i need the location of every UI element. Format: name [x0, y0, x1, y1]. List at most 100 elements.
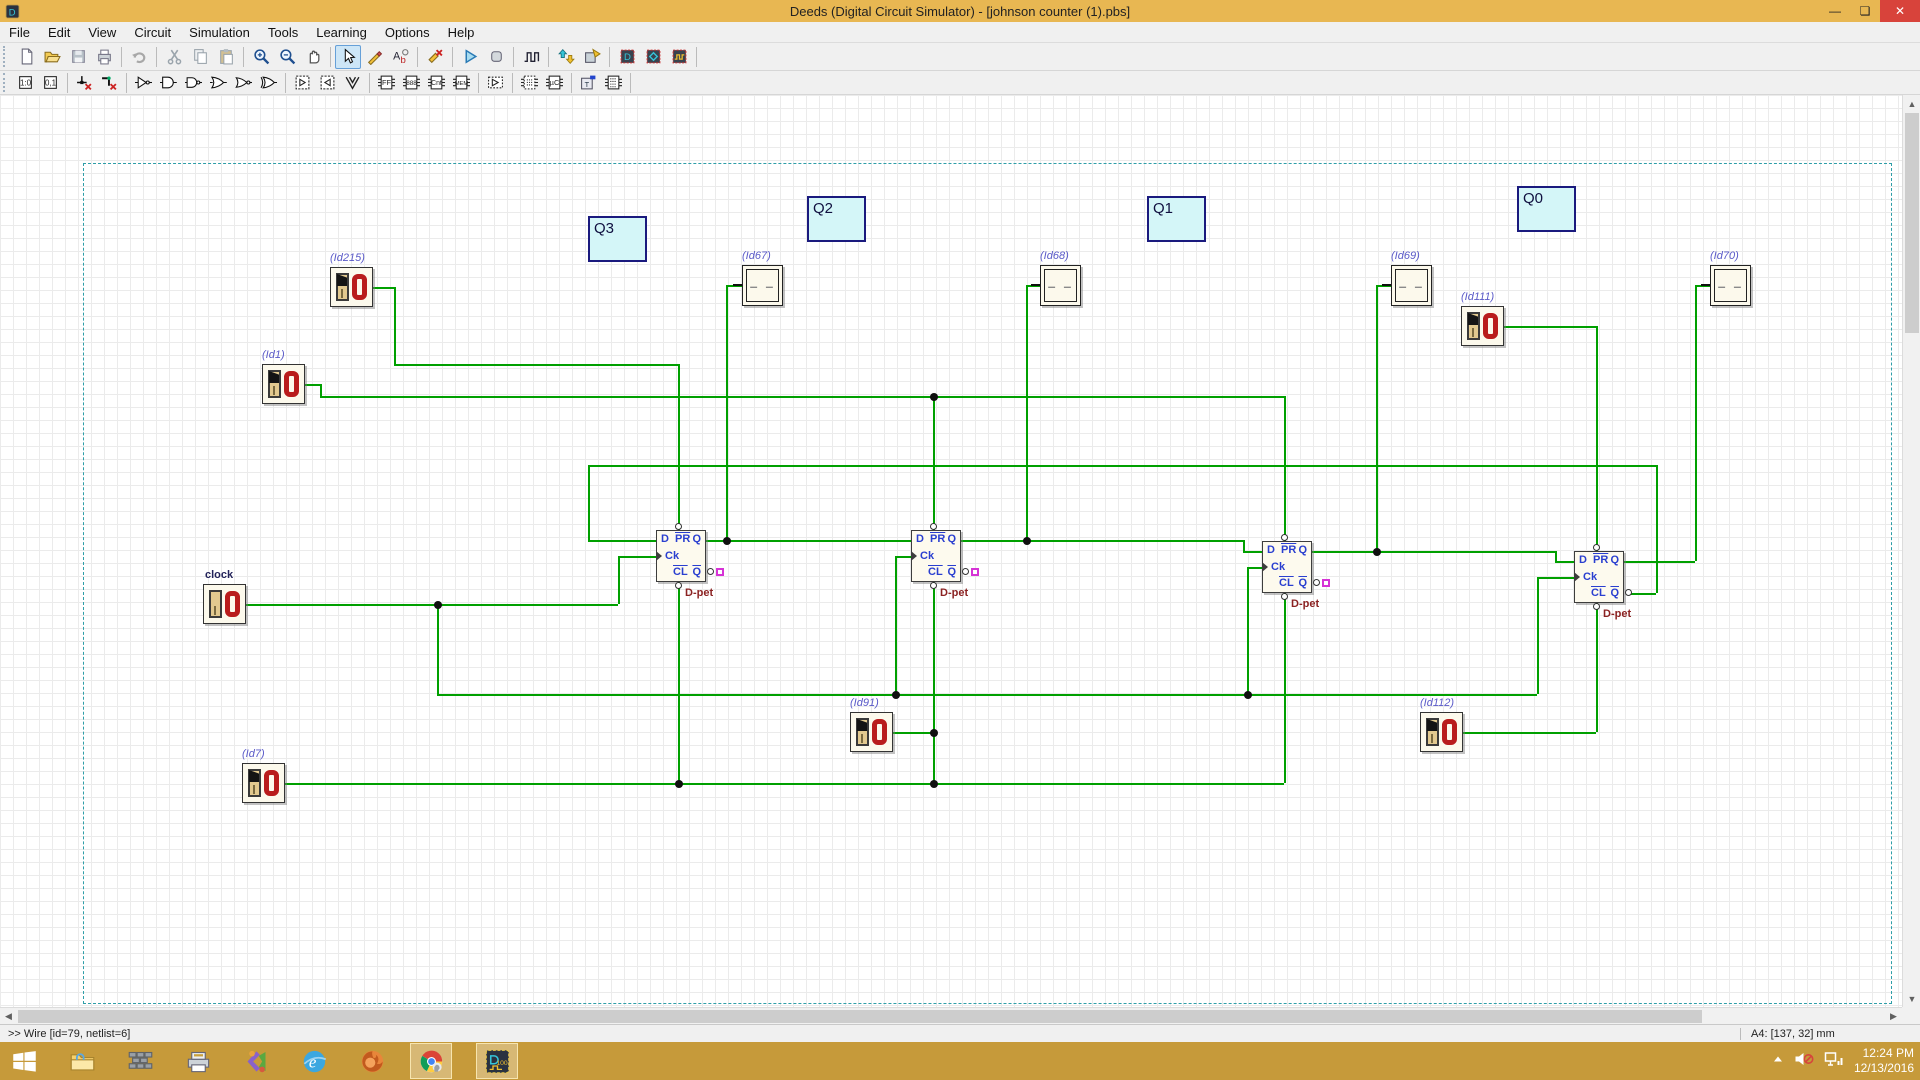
- tray-network-icon[interactable]: [1824, 1050, 1844, 1073]
- menu-tools[interactable]: Tools: [259, 23, 307, 42]
- net-label-q3[interactable]: Q3: [588, 216, 647, 262]
- net-label-q0[interactable]: Q0: [1517, 186, 1576, 232]
- switch-body[interactable]: [850, 712, 893, 752]
- chip-out-tool-button[interactable]: [579, 45, 605, 69]
- rename-tool-button[interactable]: Ab: [387, 45, 413, 69]
- select-tool-button[interactable]: [335, 45, 361, 69]
- switch-body[interactable]: [203, 584, 246, 624]
- tri-r-tool-button[interactable]: [290, 72, 315, 93]
- menu-help[interactable]: Help: [439, 23, 484, 42]
- open-tool-button[interactable]: [39, 45, 65, 69]
- net-label-q1[interactable]: Q1: [1147, 196, 1206, 242]
- input-switch-id1[interactable]: (Id1): [262, 364, 305, 404]
- taskbar-clock[interactable]: 12:24 PM 12/13/2016: [1854, 1046, 1914, 1076]
- not-gate-tool-button[interactable]: [131, 72, 156, 93]
- io-out-tool-button[interactable]: 0,1: [38, 72, 63, 93]
- pause-tool-button[interactable]: [483, 45, 509, 69]
- or-gate-tool-button[interactable]: [206, 72, 231, 93]
- zoom-in-tool-button[interactable]: [248, 45, 274, 69]
- rom-grid-tool-button[interactable]: [601, 72, 626, 93]
- ff-chip-tool-button[interactable]: FF: [374, 72, 399, 93]
- circuit-canvas[interactable]: Q3 Q2 Q1 Q0 (Id215) (Id1) clock (Id7) (Id91) (Id1…: [0, 95, 1902, 1007]
- taskbar-start-button[interactable]: [10, 1047, 38, 1075]
- mux-tool-button[interactable]: [340, 72, 365, 93]
- module-fsm-tool-button[interactable]: [640, 45, 666, 69]
- copy-tool-button[interactable]: [187, 45, 213, 69]
- cut-tool-button[interactable]: [161, 45, 187, 69]
- taskbar-chrome-icon[interactable]: [410, 1043, 452, 1079]
- net-label-q2[interactable]: Q2: [807, 196, 866, 242]
- input-switch-id7[interactable]: (Id7): [242, 763, 285, 803]
- restore-button[interactable]: ❏: [1850, 0, 1880, 22]
- pan-tool-button[interactable]: [300, 45, 326, 69]
- tray-speaker-mute-icon[interactable]: [1794, 1050, 1814, 1073]
- minimize-button[interactable]: —: [1820, 0, 1850, 22]
- bend-x-tool-button[interactable]: [97, 72, 122, 93]
- hier-tool-button[interactable]: [553, 45, 579, 69]
- taskbar-ie-icon[interactable]: e: [300, 1047, 328, 1075]
- io-in-tool-button[interactable]: 1:0: [13, 72, 38, 93]
- run-tool-button[interactable]: [457, 45, 483, 69]
- module-tt-tool-button[interactable]: [666, 45, 692, 69]
- horizontal-scrollbar[interactable]: ◀ ▶: [0, 1007, 1902, 1024]
- output-display-id69[interactable]: (Id69)– –: [1391, 265, 1432, 306]
- toggle-lever-icon[interactable]: [248, 769, 261, 797]
- print-tool-button[interactable]: [91, 45, 117, 69]
- d-flipflop-2[interactable]: DPRQCkCLQD-pet: [911, 530, 961, 582]
- toggle-lever-icon[interactable]: [1426, 718, 1439, 746]
- save-tool-button[interactable]: [65, 45, 91, 69]
- vertical-scroll-thumb[interactable]: [1905, 113, 1919, 333]
- tray-caret-up-icon[interactable]: [1772, 1052, 1784, 1070]
- and-gate-tool-button[interactable]: [156, 72, 181, 93]
- d-flipflop-1[interactable]: DPRQCkCLQD-pet: [656, 530, 706, 582]
- scroll-right-arrow[interactable]: ▶: [1885, 1008, 1902, 1025]
- d-flipflop-3[interactable]: DPRQCkCLQD-pet: [1262, 541, 1312, 593]
- switch-body[interactable]: [262, 364, 305, 404]
- menu-file[interactable]: File: [0, 23, 39, 42]
- taskbar-firefox-icon[interactable]: [358, 1047, 386, 1075]
- tri-l-tool-button[interactable]: [315, 72, 340, 93]
- clock-input-switch[interactable]: clock: [203, 584, 246, 624]
- switch-body[interactable]: [1461, 306, 1504, 346]
- paste-tool-button[interactable]: [213, 45, 239, 69]
- taskbar-bricks-icon[interactable]: [126, 1047, 154, 1075]
- edit-pen-tool-button[interactable]: [361, 45, 387, 69]
- toggle-lever-icon[interactable]: [336, 273, 349, 301]
- hc-buffer-tool-button[interactable]: [483, 72, 508, 93]
- taskbar-explorer-icon[interactable]: [68, 1047, 96, 1075]
- scroll-left-arrow[interactable]: ◀: [0, 1008, 17, 1025]
- d-flipflop-4[interactable]: DPRQCkCLQD-pet: [1574, 551, 1624, 603]
- undo-tool-button[interactable]: [126, 45, 152, 69]
- scroll-up-arrow[interactable]: ▲: [1903, 95, 1920, 112]
- cnt-chip-tool-button[interactable]: Cnt: [424, 72, 449, 93]
- toggle-lever-icon[interactable]: [1467, 312, 1480, 340]
- menu-view[interactable]: View: [79, 23, 125, 42]
- nand-gate-tool-button[interactable]: [181, 72, 206, 93]
- reg-chip-tool-button[interactable]: 888: [399, 72, 424, 93]
- taskbar-visual-studio-icon[interactable]: [242, 1047, 270, 1075]
- horizontal-scroll-thumb[interactable]: [18, 1010, 1702, 1023]
- mem-chip-tool-button[interactable]: MEM: [449, 72, 474, 93]
- menu-edit[interactable]: Edit: [39, 23, 79, 42]
- output-display-id70[interactable]: (Id70)– –: [1710, 265, 1751, 306]
- menu-simulation[interactable]: Simulation: [180, 23, 259, 42]
- output-display-id68[interactable]: (Id68)– –: [1040, 265, 1081, 306]
- switch-body[interactable]: [242, 763, 285, 803]
- input-switch-id215[interactable]: (Id215): [330, 267, 373, 307]
- custom-ic-tool-button[interactable]: [517, 72, 542, 93]
- vertical-scrollbar[interactable]: ▲ ▼: [1902, 95, 1920, 1007]
- xor-gate-tool-button[interactable]: [256, 72, 281, 93]
- menu-circuit[interactable]: Circuit: [125, 23, 180, 42]
- output-display-id67[interactable]: (Id67)– –: [742, 265, 783, 306]
- menu-learning[interactable]: Learning: [307, 23, 376, 42]
- nor-gate-tool-button[interactable]: [231, 72, 256, 93]
- input-switch-id91[interactable]: (Id91): [850, 712, 893, 752]
- close-button[interactable]: ✕: [1880, 0, 1920, 22]
- toggle-lever-icon[interactable]: [856, 718, 869, 746]
- input-switch-id111[interactable]: (Id111): [1461, 306, 1504, 346]
- taskbar-deeds-icon[interactable]: 100: [476, 1043, 518, 1079]
- module-d-tool-button[interactable]: D: [614, 45, 640, 69]
- switch-body[interactable]: [1420, 712, 1463, 752]
- toggle-lever-icon[interactable]: [268, 370, 281, 398]
- menu-options[interactable]: Options: [376, 23, 439, 42]
